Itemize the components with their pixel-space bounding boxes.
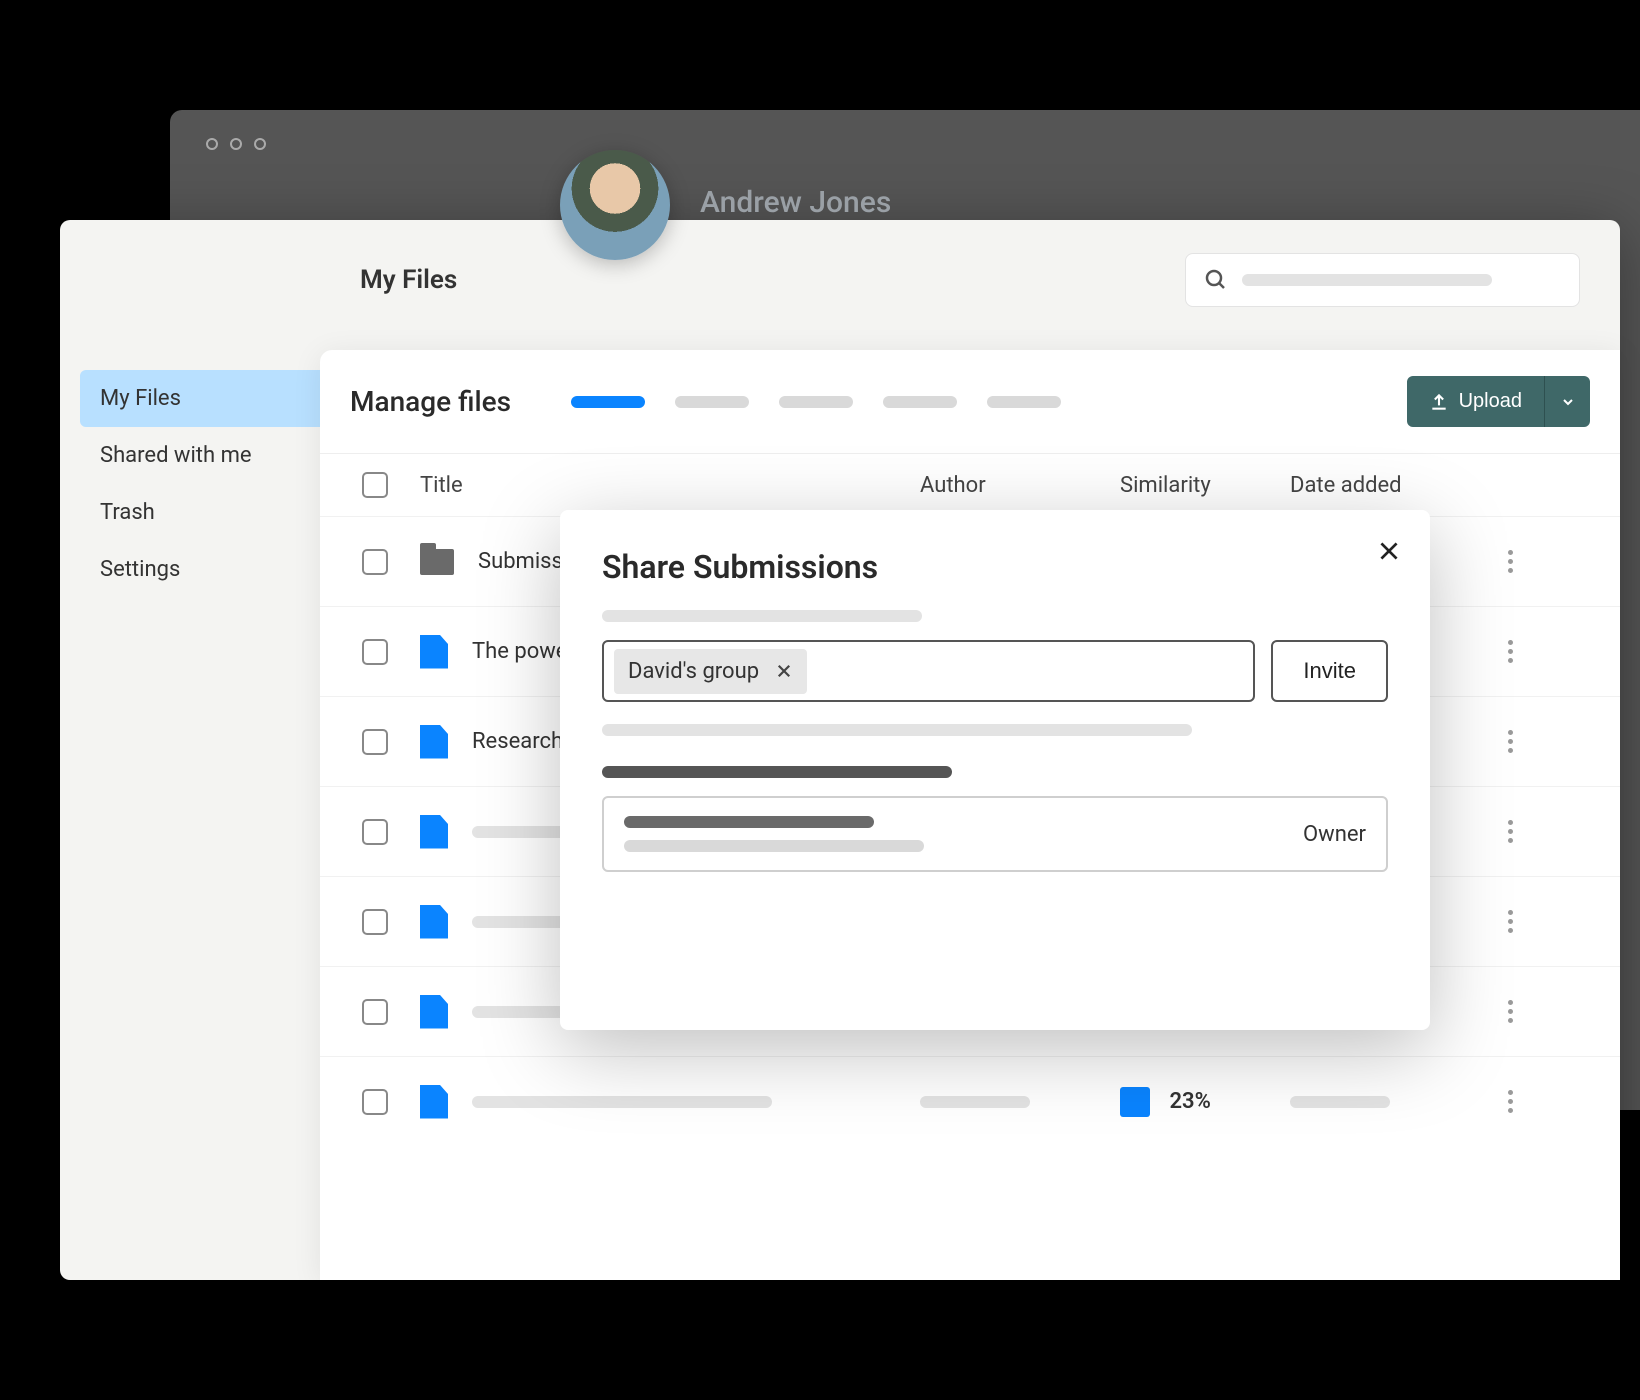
row-checkbox[interactable] [362,909,388,935]
invite-button[interactable]: Invite [1271,640,1388,702]
row-more-button[interactable] [1490,820,1530,843]
modal-help-placeholder [602,724,1192,736]
filter-tabs [571,396,1061,408]
document-icon [420,725,448,759]
modal-subtitle-placeholder [602,610,922,622]
document-icon [420,815,448,849]
sidebar: My Files Shared with me Trash Settings [80,370,320,598]
owner-row: Owner [602,796,1388,872]
similarity-swatch [1120,1087,1150,1117]
document-icon [420,1085,448,1119]
row-more-button[interactable] [1490,1000,1530,1023]
invite-label: Invite [1303,658,1356,683]
row-checkbox[interactable] [362,819,388,845]
sidebar-item-trash[interactable]: Trash [80,484,320,541]
row-more-button[interactable] [1490,910,1530,933]
modal-section-heading-placeholder [602,766,952,778]
sidebar-item-shared[interactable]: Shared with me [80,427,320,484]
owner-name-placeholder [624,816,874,828]
upload-label: Upload [1459,390,1522,413]
breadcrumb: My Files [360,265,1185,295]
sidebar-item-settings[interactable]: Settings [80,541,320,598]
top-bar: My Files [60,220,1620,320]
row-checkbox[interactable] [362,1089,388,1115]
owner-role: Owner [1303,822,1366,847]
filter-tab[interactable] [675,396,749,408]
row-checkbox[interactable] [362,639,388,665]
search-input[interactable] [1185,253,1580,307]
column-author[interactable]: Author [920,473,1120,498]
share-recipient-input[interactable]: David's group [602,640,1255,702]
row-more-button[interactable] [1490,550,1530,573]
window-traffic-lights [200,130,1610,170]
filter-tab[interactable] [779,396,853,408]
sidebar-item-my-files[interactable]: My Files [80,370,320,427]
chip-remove-icon[interactable] [775,662,793,680]
column-title[interactable]: Title [400,473,920,498]
sidebar-item-label: My Files [100,386,181,411]
column-similarity[interactable]: Similarity [1120,473,1290,498]
table-header: Title Author Similarity Date added [320,453,1620,516]
recipient-chip[interactable]: David's group [614,649,807,694]
similarity-value: 23% [1169,1088,1210,1113]
sidebar-item-label: Settings [100,557,180,582]
row-checkbox[interactable] [362,729,388,755]
close-icon[interactable] [1376,538,1402,564]
filter-tab[interactable] [883,396,957,408]
chevron-down-icon [1560,394,1576,410]
owner-email-placeholder [624,840,924,852]
modal-title: Share Submissions [602,548,1388,586]
user-name: Andrew Jones [700,185,891,220]
upload-icon [1429,392,1449,412]
folder-icon [420,549,454,575]
avatar[interactable] [560,150,670,260]
row-more-button[interactable] [1490,640,1530,663]
document-icon [420,995,448,1029]
content-header: Manage files Upload [320,350,1620,453]
sidebar-item-label: Trash [100,500,155,525]
document-icon [420,905,448,939]
select-all-checkbox[interactable] [362,472,388,498]
row-checkbox[interactable] [362,999,388,1025]
upload-button[interactable]: Upload [1407,376,1544,427]
table-row[interactable]: 23% [320,1056,1620,1146]
share-modal: Share Submissions David's group Invite O… [560,510,1430,1030]
search-icon [1204,268,1228,292]
upload-dropdown-button[interactable] [1544,376,1590,427]
chip-label: David's group [628,659,759,684]
document-icon [420,635,448,669]
row-more-button[interactable] [1490,730,1530,753]
column-date[interactable]: Date added [1290,473,1490,498]
row-checkbox[interactable] [362,549,388,575]
row-more-button[interactable] [1490,1090,1530,1113]
search-placeholder [1242,274,1492,286]
filter-tab[interactable] [571,396,645,408]
sidebar-item-label: Shared with me [100,443,252,468]
page-title: Manage files [350,385,511,418]
filter-tab[interactable] [987,396,1061,408]
